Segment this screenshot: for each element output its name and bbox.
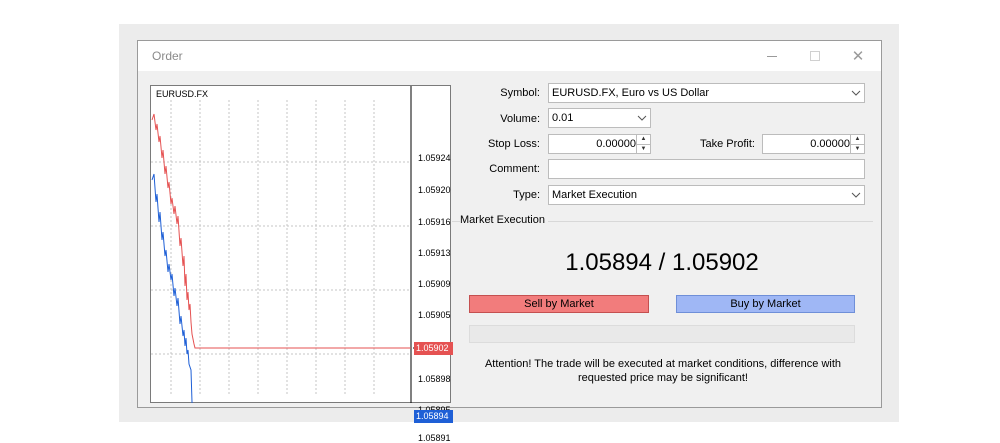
- ask-price-line: [151, 113, 411, 349]
- chart-grid: [151, 100, 411, 396]
- bid-price-tag: 1.05894: [414, 410, 453, 423]
- stop-loss-stepper[interactable]: 0.00000 ▲ ▼: [548, 134, 651, 154]
- notice-line: requested price may be significant!: [578, 372, 748, 384]
- buy-by-market-button[interactable]: Buy by Market: [676, 295, 855, 313]
- close-button[interactable]: ✕: [846, 46, 870, 66]
- tick-chart: EURUSD.FX 1.05924 1.05920 1.05916 1.0591…: [150, 85, 453, 443]
- chart-symbol-label: EURUSD.FX: [156, 89, 209, 99]
- minimize-button[interactable]: [760, 46, 784, 66]
- price-axis-label: 1.05924: [418, 153, 451, 163]
- sell-by-market-button[interactable]: Sell by Market: [469, 295, 649, 313]
- take-profit-stepper[interactable]: 0.00000 ▲ ▼: [762, 134, 865, 154]
- take-profit-spinner[interactable]: ▲ ▼: [850, 135, 864, 153]
- comment-label: Comment:: [489, 163, 540, 175]
- ask-price-tag: 1.05902: [414, 342, 453, 355]
- take-profit-value: 0.00000: [810, 138, 850, 150]
- comment-input[interactable]: [548, 159, 865, 179]
- take-profit-label: Take Profit:: [699, 138, 755, 150]
- volume-select[interactable]: 0.01: [548, 108, 651, 128]
- title-bar[interactable]: Order ✕: [138, 41, 881, 71]
- maximize-button[interactable]: [803, 46, 827, 66]
- notice-line: Attention! The trade will be executed at…: [484, 358, 842, 370]
- spin-up-icon[interactable]: ▲: [851, 135, 864, 144]
- execution-progress-bar: [469, 325, 855, 343]
- spin-up-icon[interactable]: ▲: [637, 135, 650, 144]
- window-title: Order: [152, 49, 183, 63]
- order-type-select-value: Market Execution: [552, 189, 637, 201]
- spin-down-icon[interactable]: ▼: [851, 143, 864, 154]
- stop-loss-value: 0.00000: [596, 138, 636, 150]
- stop-loss-label: Stop Loss:: [488, 138, 540, 150]
- type-label: Type:: [513, 189, 540, 201]
- chevron-down-icon: [637, 113, 647, 123]
- price-axis-label: 1.05920: [418, 185, 451, 195]
- stop-loss-spinner[interactable]: ▲ ▼: [636, 135, 650, 153]
- group-title: Market Execution: [460, 214, 548, 226]
- symbol-select[interactable]: EURUSD.FX, Euro vs US Dollar: [548, 83, 865, 103]
- minimize-icon: [767, 55, 777, 57]
- order-dialog: Order ✕ EURUSD.FX 1.05924 1.05920 1.0591…: [137, 40, 882, 443]
- symbol-select-value: EURUSD.FX, Euro vs US Dollar: [552, 87, 710, 99]
- close-icon: ✕: [851, 48, 865, 65]
- tick-chart-canvas: [151, 86, 416, 403]
- chevron-down-icon: [851, 88, 861, 98]
- volume-select-value: 0.01: [552, 112, 574, 124]
- execution-notice: Attention! The trade will be executed at…: [458, 357, 868, 385]
- chevron-down-icon: [851, 190, 861, 200]
- bid-price-line: [151, 173, 193, 403]
- volume-label: Volume:: [500, 113, 540, 125]
- order-type-select[interactable]: Market Execution: [548, 185, 865, 205]
- price-axis-label: 1.05891: [418, 433, 451, 443]
- spin-down-icon[interactable]: ▼: [637, 143, 650, 154]
- symbol-label: Symbol:: [500, 87, 540, 99]
- maximize-icon: [810, 51, 820, 61]
- bid-ask-quote: 1.05894 / 1.05902: [565, 249, 759, 276]
